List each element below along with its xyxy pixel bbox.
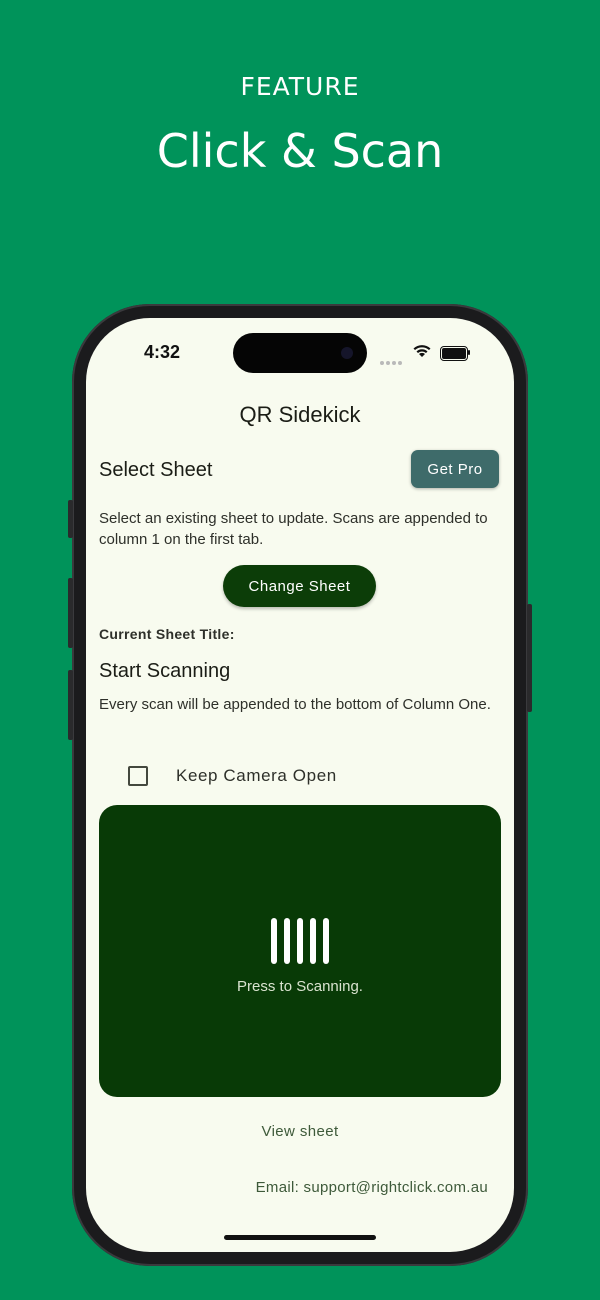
dynamic-island xyxy=(233,333,367,373)
battery-cap xyxy=(468,350,470,355)
barcode-icon xyxy=(271,917,329,964)
app-title: QR Sidekick xyxy=(239,402,361,427)
status-icons xyxy=(380,345,476,365)
status-time: 4:32 xyxy=(144,342,181,362)
start-scanning-heading: Start Scanning xyxy=(99,660,231,682)
phone-power-button xyxy=(527,604,532,712)
select-sheet-heading: Select Sheet xyxy=(99,459,213,481)
scan-button[interactable]: Press to Scanning. xyxy=(99,805,501,1097)
current-sheet-title-label: Current Sheet Title: xyxy=(99,626,235,642)
promo-title: Click & Scan xyxy=(156,124,444,178)
scan-prompt: Press to Scanning. xyxy=(237,977,363,995)
phone-action-button xyxy=(68,500,73,538)
select-sheet-description: Select an existing sheet to update. Scan… xyxy=(99,510,488,548)
change-sheet-button[interactable]: Change Sheet xyxy=(223,565,376,607)
promo-label: FEATURE xyxy=(240,72,360,101)
get-pro-button[interactable]: Get Pro xyxy=(411,450,499,488)
start-scanning-description: Every scan will be appended to the botto… xyxy=(99,696,491,713)
view-sheet-link[interactable]: View sheet xyxy=(86,1123,514,1140)
keep-camera-open-label[interactable]: Keep Camera Open xyxy=(176,766,337,786)
signal-dots-icon xyxy=(380,352,404,370)
front-camera-icon xyxy=(341,347,353,359)
keep-camera-open-checkbox[interactable] xyxy=(128,766,148,786)
phone-volume-up-button xyxy=(68,578,73,648)
phone-screen: 4:32 QR Sidekick Select Sheet Get Pro Se… xyxy=(86,318,514,1252)
wifi-icon xyxy=(413,345,431,357)
battery-icon xyxy=(440,346,468,361)
support-email-link[interactable]: Email: support@rightclick.com.au xyxy=(256,1179,488,1196)
home-indicator[interactable] xyxy=(224,1235,376,1240)
phone-volume-down-button xyxy=(68,670,73,740)
